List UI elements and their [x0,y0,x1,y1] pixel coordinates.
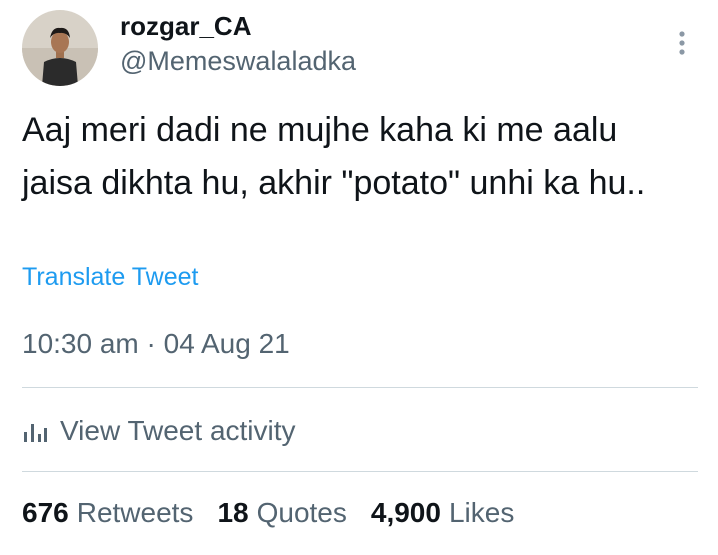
likes-label: Likes [448,497,515,528]
quotes-label: Quotes [256,497,347,528]
quotes-stat[interactable]: 18 Quotes [217,497,346,529]
avatar[interactable] [22,10,98,86]
tweet-timestamp[interactable]: 10:30 am · 04 Aug 21 [22,328,290,360]
tweet-text: Aaj meri dadi ne mujhe kaha ki me aalu j… [22,111,646,202]
retweets-label: Retweets [76,497,194,528]
more-vertical-icon [679,31,685,55]
bar-chart-icon [24,424,47,442]
retweets-count: 676 [22,497,69,528]
likes-count: 4,900 [370,497,441,528]
view-tweet-activity-label: View Tweet activity [60,415,296,446]
view-tweet-activity-button[interactable]: View Tweet activity [22,410,296,452]
divider [22,387,698,388]
divider [22,471,698,472]
author-display-name[interactable]: rozgar_CA [120,11,251,42]
engagement-stats: 676 Retweets 18 Quotes 4,900 Likes [22,497,514,529]
more-options-button[interactable] [670,28,694,58]
author-handle[interactable]: @Memeswalaladka [120,46,356,77]
user-avatar-icon [22,10,98,86]
retweets-stat[interactable]: 676 Retweets [22,497,193,529]
likes-stat[interactable]: 4,900 Likes [371,497,514,529]
translate-tweet-link[interactable]: Translate Tweet [22,263,198,292]
quotes-count: 18 [217,497,249,528]
